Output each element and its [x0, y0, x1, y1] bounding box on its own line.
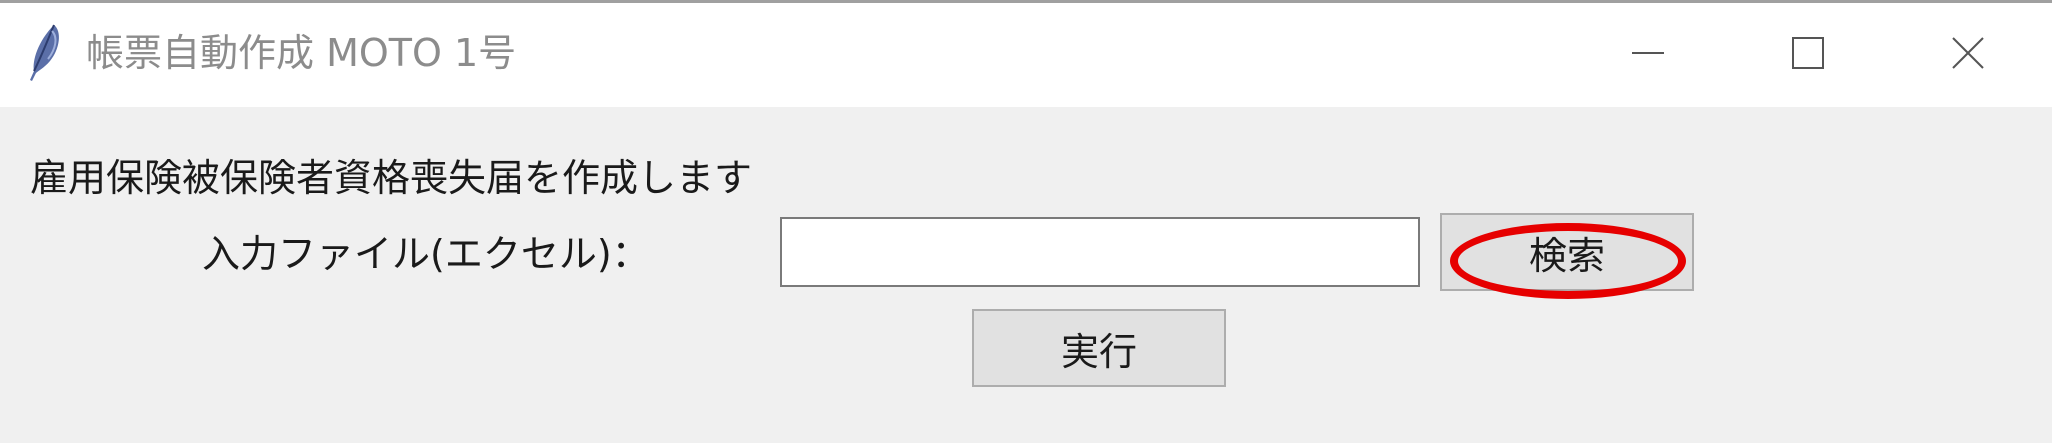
maximize-icon: [1791, 36, 1825, 74]
close-button[interactable]: [1888, 3, 2048, 107]
app-window: 帳票自動作成 MOTO 1号 雇用保険被保険者資格喪失届を作成します 入力ファイ…: [0, 0, 2052, 443]
input-file-label: 入力ファイル(エクセル)：: [202, 232, 650, 276]
input-file-field[interactable]: [780, 217, 1420, 287]
window-title: 帳票自動作成 MOTO 1号: [86, 31, 517, 75]
search-button[interactable]: 検索: [1440, 213, 1694, 291]
maximize-button[interactable]: [1728, 3, 1888, 107]
feather-icon: [24, 21, 64, 85]
close-icon: [1951, 36, 1985, 74]
run-button[interactable]: 実行: [972, 309, 1226, 387]
form-area: 雇用保険被保険者資格喪失届を作成します 入力ファイル(エクセル)： 検索 実行: [0, 107, 2052, 443]
title-bar[interactable]: 帳票自動作成 MOTO 1号: [0, 3, 2052, 107]
description-label: 雇用保険被保険者資格喪失届を作成します: [30, 156, 753, 200]
minimize-button[interactable]: [1568, 3, 1728, 107]
minimize-icon: [1631, 36, 1665, 74]
